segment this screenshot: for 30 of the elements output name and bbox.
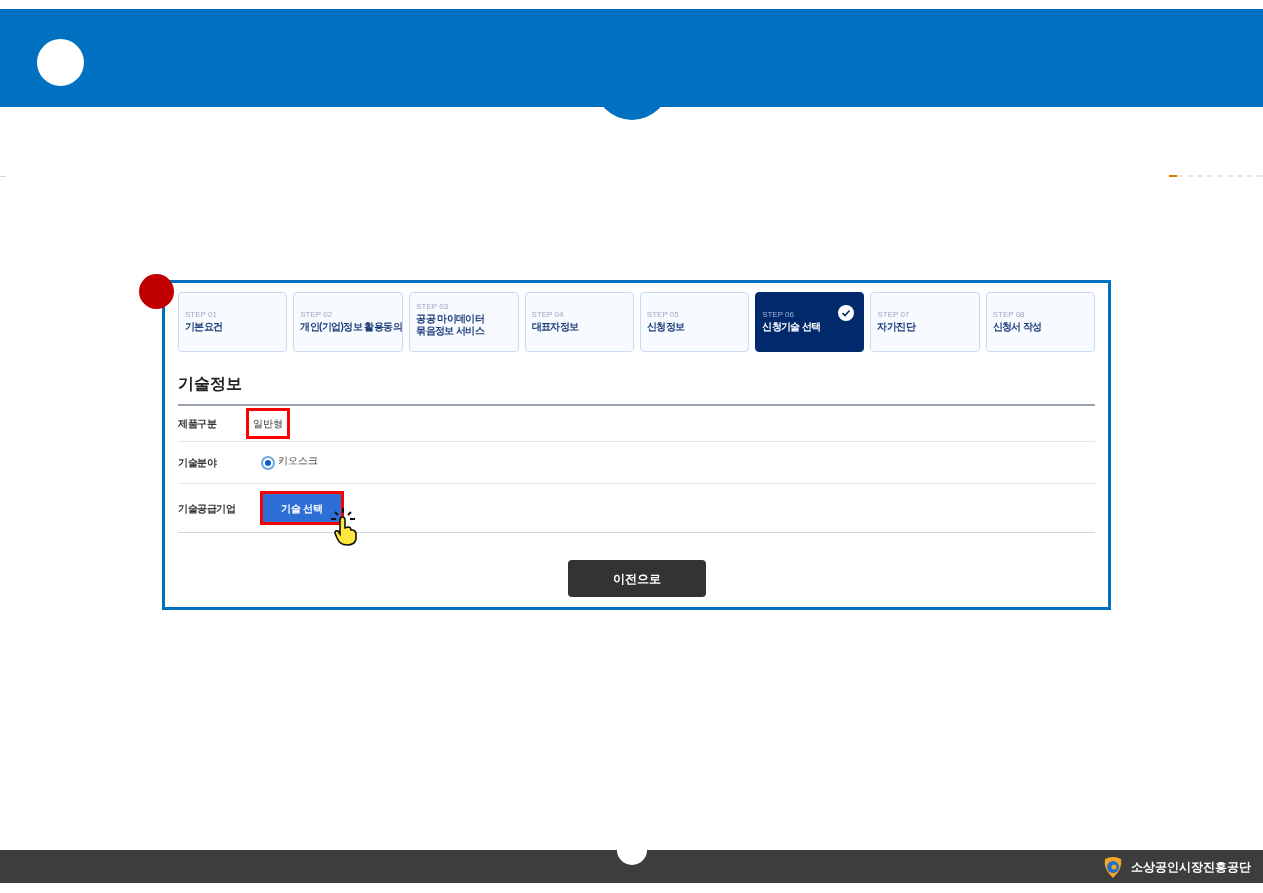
field-label: 기술공급기업	[178, 501, 236, 516]
select-technology-button[interactable]: 기술 선택	[263, 494, 341, 522]
step-label: STEP 03	[416, 301, 449, 313]
field-label: 기술분야	[178, 456, 218, 470]
step-label: STEP 08	[992, 309, 1025, 321]
step-label: STEP 04	[531, 309, 564, 321]
field-value: 일반형	[249, 411, 287, 436]
section-title: 기술정보	[178, 374, 243, 394]
step-label: STEP 07	[877, 309, 910, 321]
circle-decoration	[37, 39, 84, 86]
step-title: 대표자정보	[531, 321, 579, 333]
organization-name: 소상공인시장진흥공단	[1131, 858, 1251, 876]
step-title: 신청서 작성	[992, 321, 1042, 333]
check-icon	[838, 305, 855, 321]
step-label: STEP 02	[300, 309, 333, 321]
step-title: 자가진단	[877, 321, 915, 333]
step-label: STEP 01	[185, 309, 217, 321]
annotation-marker	[139, 274, 174, 309]
step-title: 기본요건	[185, 321, 223, 333]
step-title: 개인(기업)정보 활용동의	[300, 321, 402, 333]
radio-label: 키오스크	[278, 454, 318, 468]
step-title: 공공 마이데이터 묶음정보 서비스	[416, 313, 485, 337]
step-label: STEP 05	[646, 309, 679, 321]
step-title: 신청기술 선택	[762, 321, 821, 333]
step-label: STEP 06	[762, 309, 794, 321]
previous-button[interactable]: 이전으로	[567, 560, 706, 597]
circle-decoration	[617, 850, 647, 865]
field-label: 제품구분	[178, 417, 218, 431]
step-title: 신청정보	[646, 321, 685, 333]
radio-button[interactable]	[261, 455, 275, 470]
